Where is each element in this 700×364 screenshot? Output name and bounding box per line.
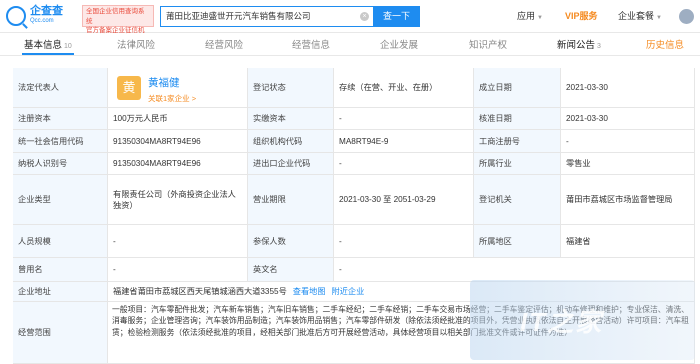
label-former-name: 曾用名 (13, 258, 108, 282)
tab-legal-risk[interactable]: 法律风险 (117, 40, 155, 51)
logo[interactable]: 企查查 Qcc.com (6, 6, 63, 26)
active-tab-indicator (22, 53, 74, 55)
capital-value: 100万元人民币 (108, 108, 248, 130)
logo-magnifier-icon (6, 6, 26, 26)
clear-icon[interactable]: × (360, 12, 369, 21)
tab-basic-info[interactable]: 基本信息 10 (24, 40, 72, 52)
tab-development[interactable]: 企业发展 (380, 40, 418, 51)
found-date-value: 2021-03-30 (561, 68, 695, 108)
reg-no-value: - (561, 130, 695, 153)
tab-business-info[interactable]: 经营信息 (292, 40, 330, 51)
user-avatar[interactable] (679, 9, 694, 24)
import-code-value: - (334, 153, 474, 175)
label-reg-no: 工商注册号 (474, 130, 561, 153)
tab-news[interactable]: 新闻公告 3 (557, 40, 601, 52)
staff-size-value: - (108, 225, 248, 258)
view-map-link[interactable]: 查看地图 (293, 286, 326, 297)
org-code-value: MA8RT94E-9 (334, 130, 474, 153)
label-insured: 参保人数 (248, 225, 334, 258)
label-import-code: 进出口企业代码 (248, 153, 334, 175)
label-business-scope: 经营范围 (13, 302, 108, 364)
credit-code-value: 91350304MA8RT94E96 (108, 130, 248, 153)
label-term: 营业期限 (248, 175, 334, 225)
label-legal-rep: 法定代表人 (13, 68, 108, 108)
label-found-date: 成立日期 (474, 68, 561, 108)
label-org-code: 组织机构代码 (248, 130, 334, 153)
label-industry: 所属行业 (474, 153, 561, 175)
chevron-down-icon: ▼ (656, 15, 662, 21)
industry-value: 零售业 (561, 153, 695, 175)
label-status: 登记状态 (248, 68, 334, 108)
legal-rep-related-link[interactable]: 关联1家企业 > (148, 94, 196, 103)
business-scope-value: 一般项目：汽车零配件批发；汽车新车销售；汽车旧车销售；二手车经纪；二手车经销；二… (112, 305, 689, 337)
label-staff-size: 人员规模 (13, 225, 108, 258)
top-header: 企查查 Qcc.com 全国企业信用查询系统 官方备案企业征信机构 莆田比亚迪盛… (0, 0, 700, 44)
paid-capital-value: - (334, 108, 474, 130)
term-value: 2021-03-30 至 2051-03-29 (334, 175, 474, 225)
approve-date-value: 2021-03-30 (561, 108, 695, 130)
former-name-value: - (108, 258, 248, 282)
address-cell: 福建省莆田市荔城区西天尾镇城涵西大道3355号 查看地图 附近企业 (108, 282, 695, 302)
address-value: 福建省莆田市荔城区西天尾镇城涵西大道3355号 (113, 287, 287, 296)
tax-id-value: 91350304MA8RT94E96 (108, 153, 248, 175)
english-name-value: - (334, 258, 695, 282)
region-value: 福建省 (561, 225, 695, 258)
nav-app[interactable]: 应用 ▼ (517, 11, 543, 24)
label-english-name: 英文名 (248, 258, 334, 282)
label-credit-code: 统一社会信用代码 (13, 130, 108, 153)
label-paid-capital: 实缴资本 (248, 108, 334, 130)
label-address: 企业地址 (13, 282, 108, 302)
search-button[interactable]: 查一下 (373, 6, 420, 27)
tab-bar: 基本信息 10 法律风险 经营风险 经营信息 企业发展 知识产权 新闻公告 3 历史… (0, 34, 700, 56)
label-approve-date: 核准日期 (474, 108, 561, 130)
logo-subtitle: Qcc.com (30, 18, 54, 24)
logo-title: 企查查 (30, 5, 63, 17)
nav-package[interactable]: 企业套餐 ▼ (618, 11, 662, 24)
authority-value: 莆田市荔城区市场监督管理局 (561, 175, 695, 225)
label-authority: 登记机关 (474, 175, 561, 225)
status-value: 存续（在营、开业、在册） (334, 68, 474, 108)
label-capital: 注册资本 (13, 108, 108, 130)
label-company-type: 企业类型 (13, 175, 108, 225)
tab-history[interactable]: 历史信息 (646, 40, 684, 51)
chevron-down-icon: ▼ (537, 15, 543, 21)
tab-business-risk[interactable]: 经营风险 (205, 40, 243, 51)
label-region: 所属地区 (474, 225, 561, 258)
credit-badge: 全国企业信用查询系统 官方备案企业征信机构 (82, 5, 154, 44)
label-tax-id: 纳税人识别号 (13, 153, 108, 175)
company-type-value: 有限责任公司（外商投资企业法人独资） (108, 175, 248, 225)
legal-rep-name[interactable]: 黄福健 (148, 77, 180, 89)
search-input[interactable]: 莆田比亚迪盛世开元汽车销售有限公司 (160, 6, 373, 27)
tab-ip[interactable]: 知识产权 (469, 40, 507, 51)
legal-rep-avatar[interactable]: 黄 (117, 76, 141, 100)
nearby-companies-link[interactable]: 附近企业 (332, 286, 365, 297)
insured-value: - (334, 225, 474, 258)
nav-vip[interactable]: VIP服务 (565, 11, 598, 22)
